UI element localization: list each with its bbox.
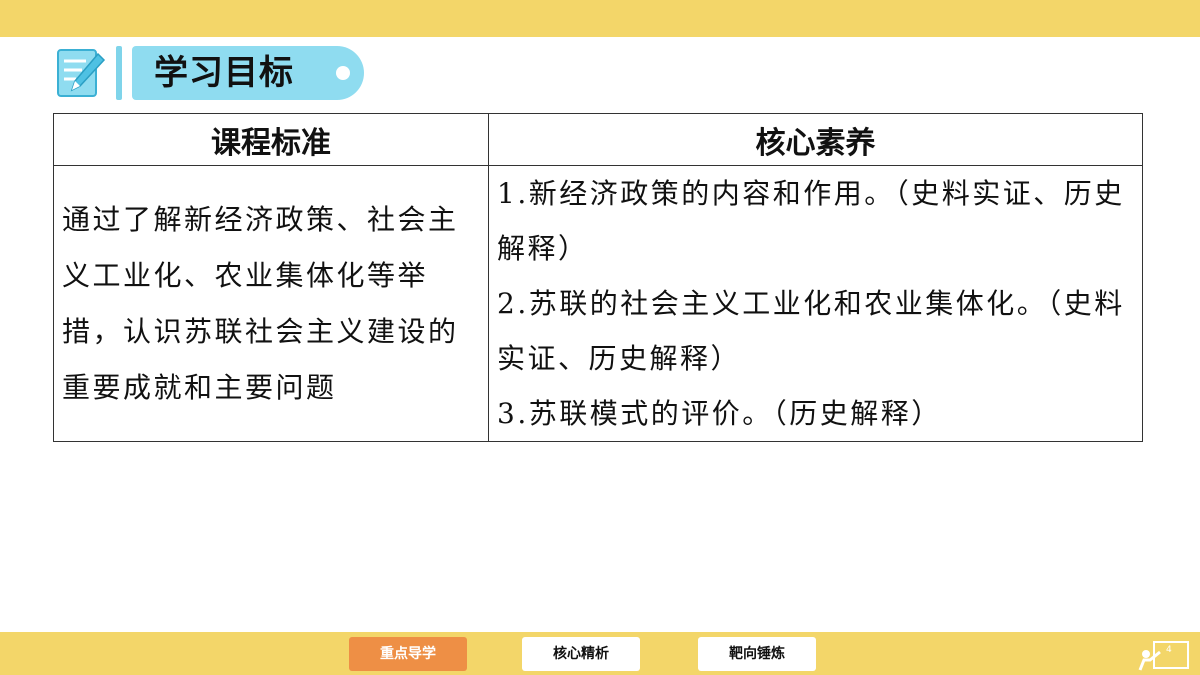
nav-button-key-guide[interactable]: 重点导学 — [349, 637, 467, 671]
course-standard-text: 通过了解新经济政策、社会主义工业化、农业集体化等举措，认识苏联社会主义建设的重要… — [53, 165, 489, 442]
teacher-board-icon[interactable] — [1138, 640, 1190, 672]
header-divider — [116, 46, 122, 100]
pill-dot — [336, 66, 350, 80]
top-bar — [0, 0, 1200, 37]
literacy-item: 3.苏联模式的评价。（历史解释） — [497, 397, 942, 430]
title-pill: 学习目标 — [132, 46, 364, 100]
table-header-row: 课程标准 核心素养 — [53, 113, 1143, 166]
header-core-literacy: 核心素养 — [488, 113, 1143, 166]
literacy-item: 2.苏联的社会主义工业化和农业集体化。（史料实证、历史解释） — [497, 287, 1125, 375]
nav-button-targeted-practice[interactable]: 靶向锤炼 — [698, 637, 816, 671]
page-number: 4 — [1166, 645, 1172, 655]
learning-goals-table: 课程标准 核心素养 通过了解新经济政策、社会主义工业化、农业集体化等举措，认识苏… — [53, 113, 1143, 442]
header-course-standard: 课程标准 — [53, 113, 489, 166]
pencil-notepad-icon — [57, 49, 106, 97]
table-row: 通过了解新经济政策、社会主义工业化、农业集体化等举措，认识苏联社会主义建设的重要… — [53, 165, 1143, 442]
nav-button-core-analysis[interactable]: 核心精析 — [522, 637, 640, 671]
section-title: 学习目标 — [154, 53, 294, 93]
literacy-item: 1.新经济政策的内容和作用。（史料实证、历史解释） — [497, 177, 1125, 265]
bottom-navigation: 重点导学 核心精析 靶向锤炼 — [0, 637, 1200, 671]
core-literacy-list: 1.新经济政策的内容和作用。（史料实证、历史解释） 2.苏联的社会主义工业化和农… — [488, 165, 1143, 442]
